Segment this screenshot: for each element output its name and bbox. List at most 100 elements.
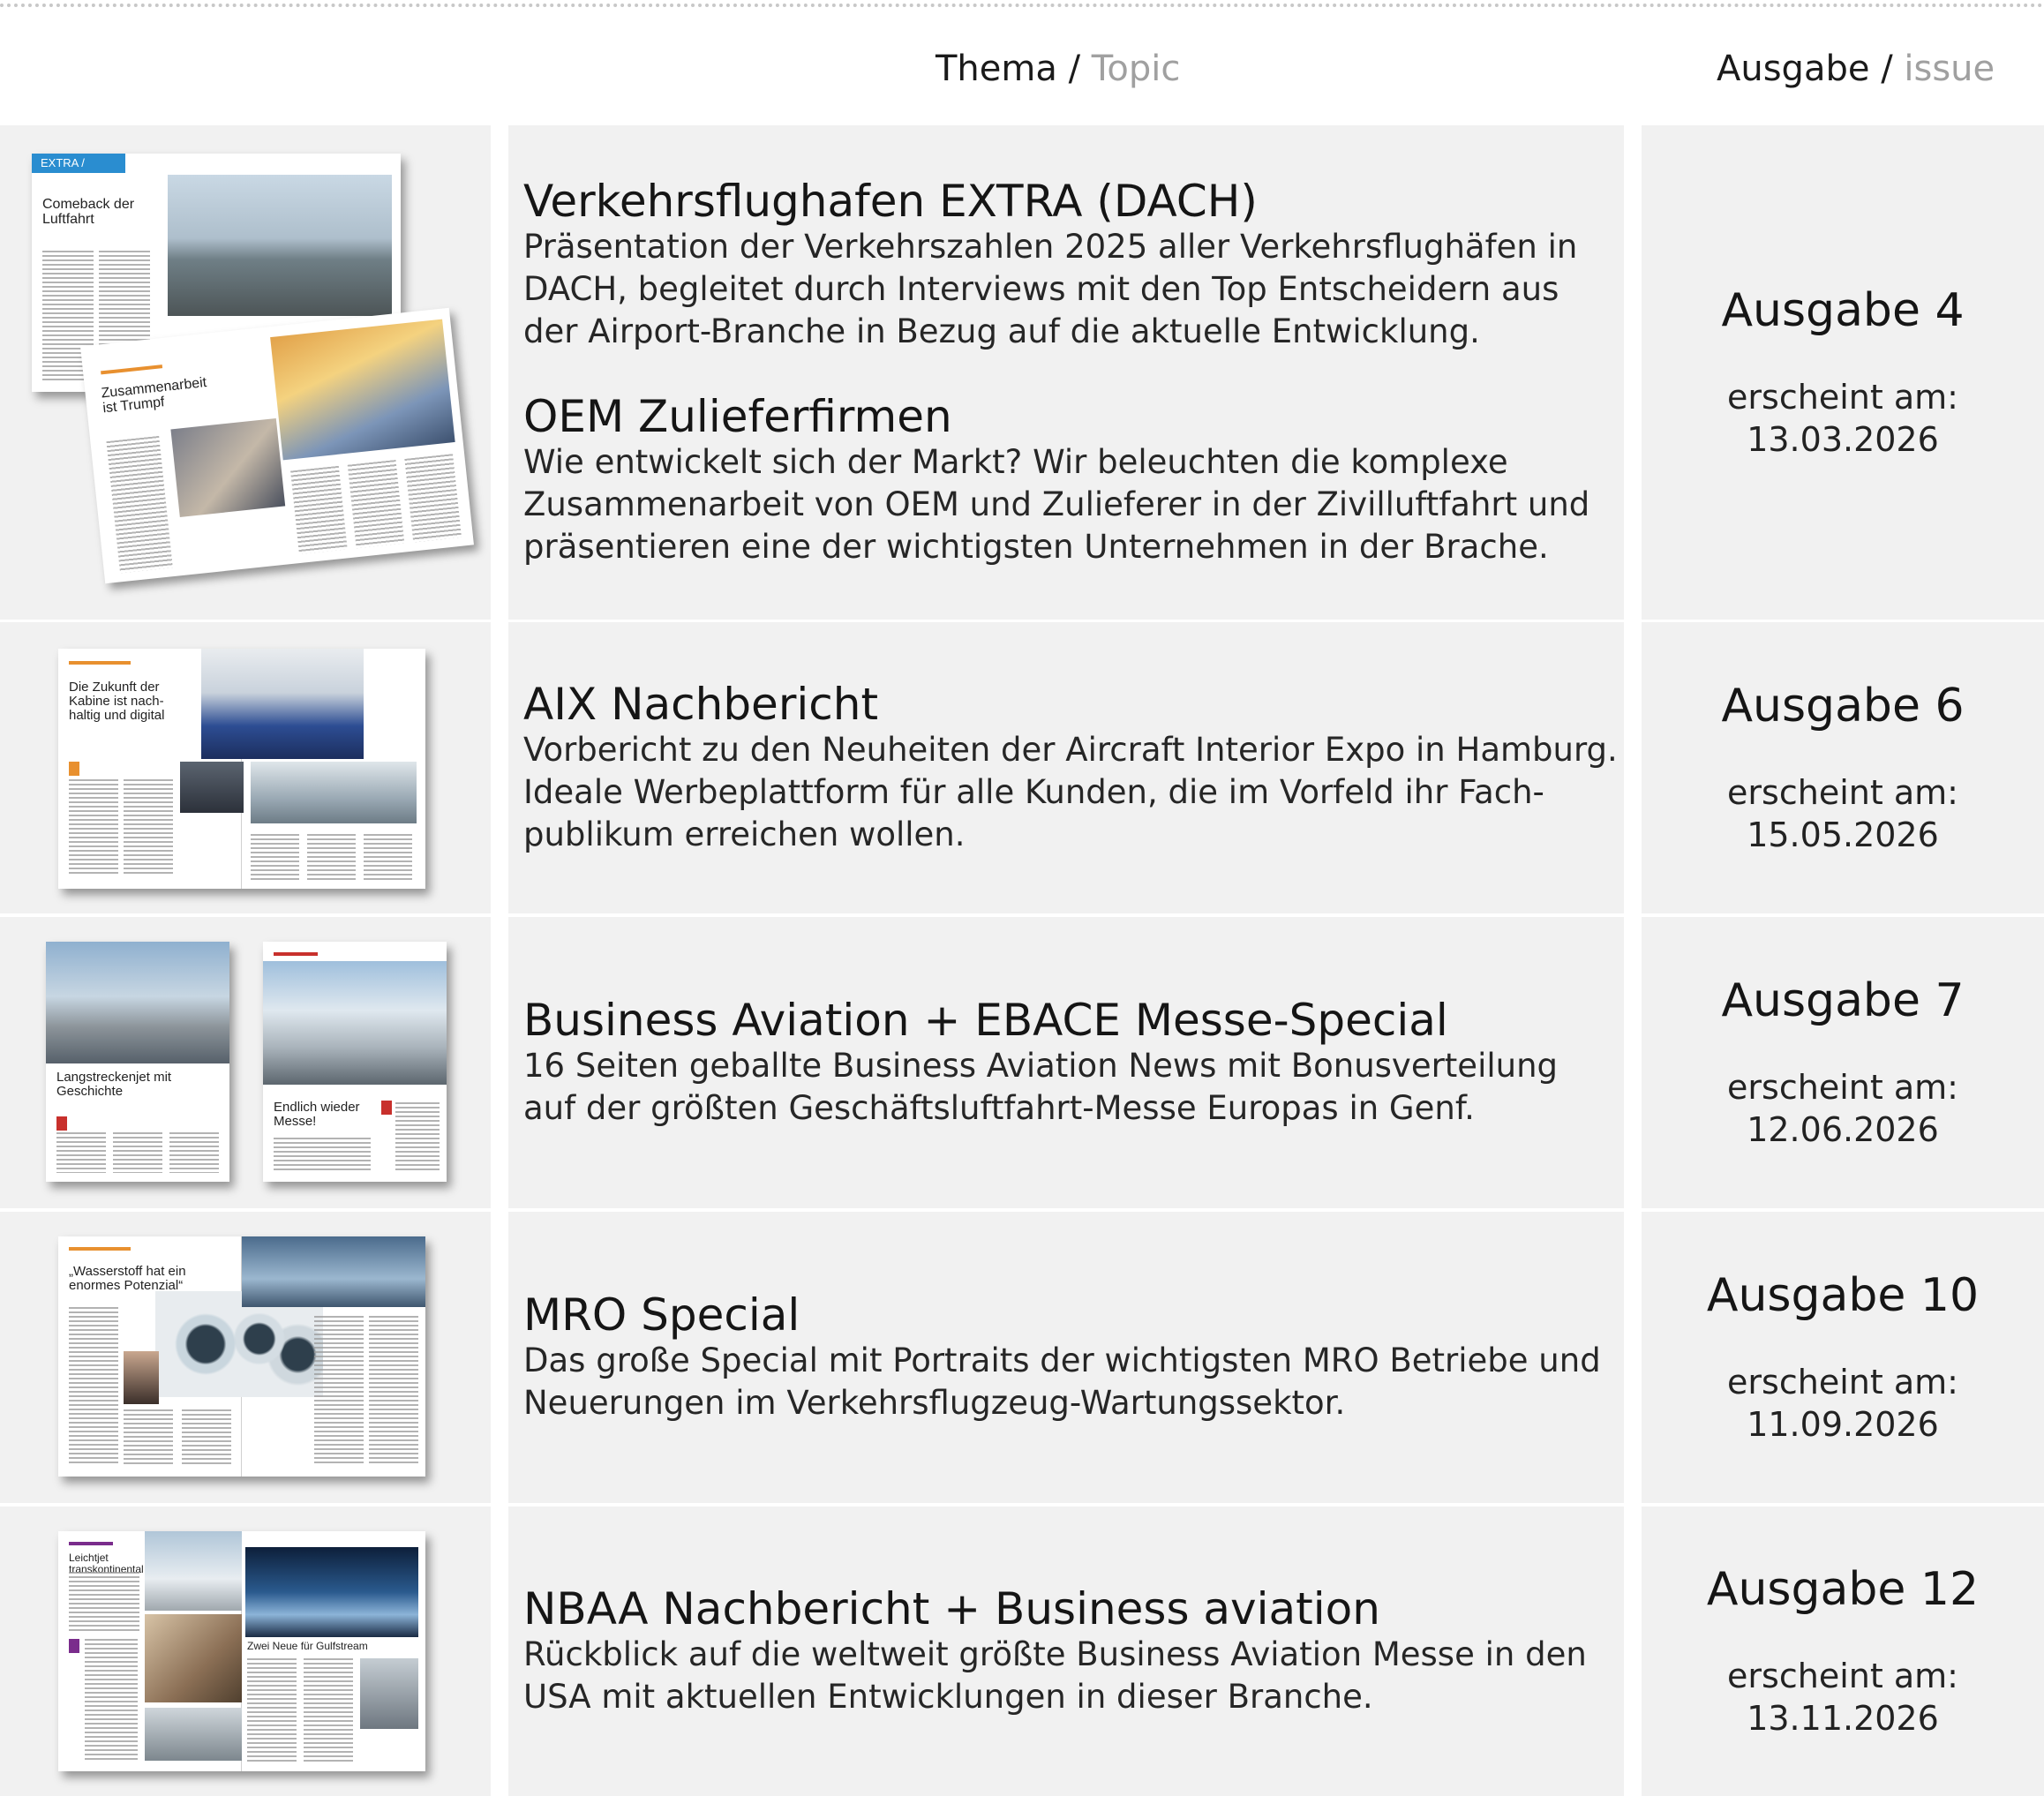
text-column xyxy=(69,779,118,876)
expo-aircraft-photo xyxy=(263,961,447,1085)
text-column xyxy=(85,1639,138,1761)
issue-number: Ausgabe 7 xyxy=(1721,974,1965,1027)
topic-content: MRO Special Das große Special mit Portra… xyxy=(523,1212,1619,1503)
issue-content: Ausgabe 7 erscheint am: 12.06.2026 xyxy=(1642,917,2044,1208)
topic-content: NBAA Nachbericht + Business aviation Rüc… xyxy=(523,1507,1619,1796)
thumbnail-cell: Leichtjet transkontinental Zwei Neue für… xyxy=(0,1507,491,1796)
thumbnail-headline: Die Zukunft der Kabine ist nach-haltig u… xyxy=(69,680,165,723)
topic-description: Das große Special mit Portraits der wich… xyxy=(523,1341,1601,1422)
text-column xyxy=(395,1102,440,1173)
issue-content: Ausgabe 4 erscheint am: 13.03.2026 xyxy=(1642,125,2044,620)
text-column xyxy=(124,779,173,876)
topic-content: AIX Nachbericht Vorbericht zu den Neuhei… xyxy=(523,622,1619,913)
text-column xyxy=(304,1658,353,1762)
text-column xyxy=(169,1132,219,1173)
schedule-row: Die Zukunft der Kabine ist nach-haltig u… xyxy=(0,622,2044,913)
header-separator: / xyxy=(1881,49,1893,89)
magazine-spread-thumbnail: Leichtjet transkontinental Zwei Neue für… xyxy=(58,1531,425,1771)
issue-cell: Ausgabe 7 erscheint am: 12.06.2026 xyxy=(1642,917,2044,1208)
topic-title: NBAA Nachbericht + Business aviation xyxy=(523,1583,1380,1634)
factory-photo xyxy=(170,417,286,517)
release-date: 15.05.2026 xyxy=(1747,815,1939,854)
hangar-photo xyxy=(270,319,455,461)
drop-cap xyxy=(69,1639,79,1653)
schedule-row: „Wasserstoff hat ein enormes Potenzial“ … xyxy=(0,1212,2044,1503)
expo-booth-photo xyxy=(201,649,364,759)
business-jet-photo xyxy=(46,942,229,1063)
text-column xyxy=(69,1307,118,1466)
text-column xyxy=(314,1316,364,1466)
text-column xyxy=(247,1658,297,1762)
release-date: 11.09.2026 xyxy=(1747,1405,1939,1444)
header-separator: / xyxy=(1068,49,1081,89)
detail-photo xyxy=(145,1708,242,1761)
issue-content: Ausgabe 12 erscheint am: 13.11.2026 xyxy=(1642,1507,2044,1796)
text-column xyxy=(307,834,356,880)
schedule-row: EXTRA / Comeback der Luftfahrt Zusammena… xyxy=(0,125,2044,620)
text-column xyxy=(56,1132,106,1173)
thumbnail-headline: Comeback der Luftfahrt xyxy=(42,197,135,227)
text-column xyxy=(369,1316,418,1466)
topic-title: OEM Zulieferfirmen xyxy=(523,391,952,442)
release-label: erscheint am: xyxy=(1727,1657,1958,1695)
issue-content: Ausgabe 6 erscheint am: 15.05.2026 xyxy=(1642,622,2044,913)
release-label: erscheint am: xyxy=(1727,1363,1958,1401)
issue-number: Ausgabe 6 xyxy=(1721,680,1965,733)
issue-cell: Ausgabe 10 erscheint am: 11.09.2026 xyxy=(1642,1212,2044,1503)
gulfstream-photo xyxy=(245,1547,418,1637)
thumbnail-headline: Langstreckenjet mit Geschichte xyxy=(56,1070,172,1099)
drop-cap xyxy=(381,1101,392,1115)
topic-cell: MRO Special Das große Special mit Portra… xyxy=(508,1212,1624,1503)
text-column xyxy=(69,1572,139,1634)
thumbnail-headline: „Wasserstoff hat ein enormes Potenzial“ xyxy=(69,1264,186,1293)
topic-description: Vorbericht zu den Neuheiten der Aircraft… xyxy=(523,731,1618,853)
topic-description: Präsentation der Verkehrszahlen 2025 all… xyxy=(523,228,1578,350)
magazine-page-thumbnail: Langstreckenjet mit Geschichte xyxy=(46,942,229,1182)
text-column xyxy=(124,1409,173,1466)
topic-cell: Business Aviation + EBACE Messe-Special … xyxy=(508,917,1624,1208)
release-date: 13.03.2026 xyxy=(1747,420,1939,459)
issue-content: Ausgabe 10 erscheint am: 11.09.2026 xyxy=(1642,1212,2044,1503)
issue-cell: Ausgabe 4 erscheint am: 13.03.2026 xyxy=(1642,125,2044,620)
issue-number: Ausgabe 4 xyxy=(1721,284,1965,337)
topic-cell: AIX Nachbericht Vorbericht zu den Neuhei… xyxy=(508,622,1624,913)
side-photo xyxy=(360,1658,418,1729)
engine-parts-photo xyxy=(155,1291,323,1397)
topic-description: Rückblick auf die weltweit größte Busine… xyxy=(523,1635,1587,1716)
issue-cell: Ausgabe 6 erscheint am: 15.05.2026 xyxy=(1642,622,2044,913)
release-label: erscheint am: xyxy=(1727,773,1958,812)
thumbnail-cell: EXTRA / Comeback der Luftfahrt Zusammena… xyxy=(0,125,491,620)
text-column xyxy=(182,1409,231,1466)
schedule-row: Leichtjet transkontinental Zwei Neue für… xyxy=(0,1507,2044,1796)
topic-description: 16 Seiten geballte Business Aviation New… xyxy=(523,1047,1559,1127)
magazine-spread-thumbnail: Zusammenarbeit ist Trumpf xyxy=(80,307,474,584)
extra-tab-badge: EXTRA / xyxy=(32,154,125,173)
airport-photo xyxy=(168,175,392,316)
topic-description: Wie entwickelt sich der Markt? Wir beleu… xyxy=(523,443,1590,566)
topic-content: Business Aviation + EBACE Messe-Special … xyxy=(523,917,1619,1208)
text-column xyxy=(274,1138,371,1173)
kicker-bar xyxy=(69,661,131,665)
topic-spacer xyxy=(523,353,1619,392)
topic-cell: Verkehrsflughafen EXTRA (DACH) Präsentat… xyxy=(508,125,1624,620)
magazine-spread-thumbnail: Die Zukunft der Kabine ist nach-haltig u… xyxy=(58,649,425,889)
thumbnail-headline: Endlich wieder Messe! xyxy=(274,1100,360,1129)
header-topic-label: Topic xyxy=(1091,49,1181,89)
magazine-spread-thumbnail: „Wasserstoff hat ein enormes Potenzial“ xyxy=(58,1236,425,1477)
aircraft-photo xyxy=(242,1236,425,1307)
header-thema-label: Thema xyxy=(936,49,1057,89)
text-column xyxy=(106,435,173,574)
text-column xyxy=(290,465,348,555)
release-date: 12.06.2026 xyxy=(1747,1110,1939,1149)
kicker-bar xyxy=(69,1247,131,1251)
thumbnail-cell: Die Zukunft der Kabine ist nach-haltig u… xyxy=(0,622,491,913)
cabin-seats-photo xyxy=(251,762,417,823)
text-column xyxy=(251,834,299,880)
cabin-interior-photo xyxy=(145,1614,242,1702)
topic-content: Verkehrsflughafen EXTRA (DACH) Präsentat… xyxy=(523,125,1619,620)
portrait-photo xyxy=(124,1351,159,1404)
thumbnail-headline: Zwei Neue für Gulfstream xyxy=(247,1640,368,1652)
people-photo xyxy=(180,762,244,813)
magazine-page-thumbnail: Endlich wieder Messe! xyxy=(263,942,447,1182)
release-date: 13.11.2026 xyxy=(1747,1699,1939,1738)
